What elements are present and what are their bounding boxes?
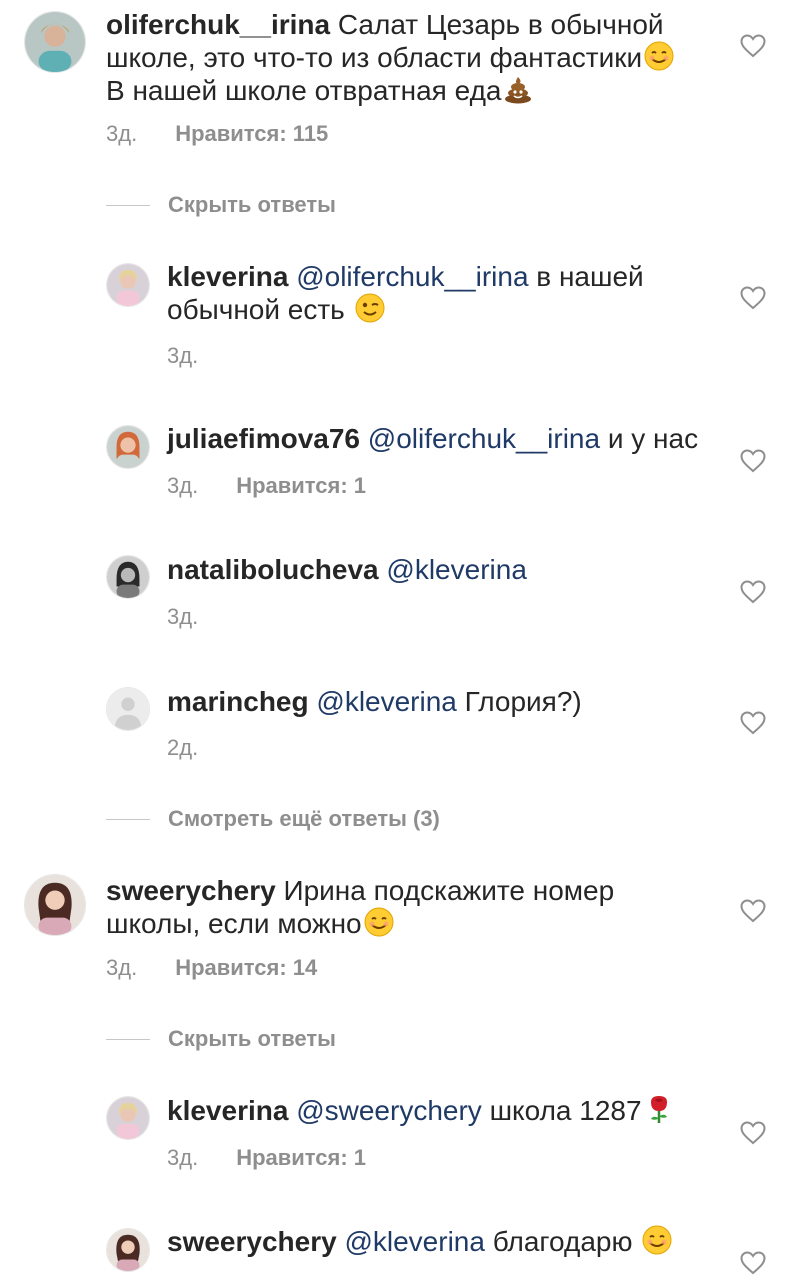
view-more-replies-button[interactable]: Смотреть ещё ответы (3) <box>106 806 440 832</box>
reply-meta: 3д. Нравится: 1 <box>167 1145 366 1171</box>
likes-count[interactable]: Нравится: 115 <box>175 121 328 146</box>
reply-body: в нашей <box>536 261 644 292</box>
reply-body: и у нас <box>607 423 699 454</box>
reply-time: 2д. <box>167 735 199 760</box>
reply-time: 3д. <box>167 1145 199 1170</box>
heart-outline-icon[interactable] <box>740 286 766 310</box>
comment-meta: 3д. Нравится: 115 <box>106 121 328 147</box>
comment-body-line: В нашей школе отвратная еда <box>106 75 502 106</box>
heart-outline-icon[interactable] <box>740 580 766 604</box>
divider-line <box>106 204 150 206</box>
reply-body: Глория?) <box>464 686 582 717</box>
comment-time: 3д. <box>106 121 138 146</box>
mention-link[interactable]: @kleverina <box>344 1226 484 1257</box>
hide-replies-button[interactable]: Скрыть ответы <box>106 192 336 218</box>
hide-replies-label: Скрыть ответы <box>168 192 336 217</box>
avatar[interactable] <box>24 11 86 73</box>
comment-body-line: Салат Цезарь в обычной <box>337 9 664 40</box>
reply-username[interactable]: kleverina <box>167 1095 288 1126</box>
hide-replies-label: Скрыть ответы <box>168 1026 336 1051</box>
reply-meta: 3д. Нравится: 1 <box>167 473 366 499</box>
comment-body-line: Ирина подскажите номер <box>283 875 615 906</box>
divider-line <box>106 1038 150 1040</box>
heart-outline-icon[interactable] <box>740 711 766 735</box>
comment-body-line: школы, если можно <box>106 908 362 939</box>
reply-text: juliaefimova76 @oliferchuk__irina и у на… <box>167 422 757 455</box>
mention-link[interactable]: @sweerychery <box>296 1095 482 1126</box>
comment-meta: 3д. Нравится: 14 <box>106 955 317 981</box>
reply-meta: 3д. <box>167 604 198 630</box>
reply-text: kleverina @sweerychery школа 1287 <box>167 1094 757 1127</box>
comment-text: sweerychery Ирина подскажите номер школы… <box>106 874 696 940</box>
reply-text: natalibolucheva @kleverina <box>167 553 757 586</box>
likes-count[interactable]: Нравится: 14 <box>175 955 317 980</box>
likes-count[interactable]: Нравится: 1 <box>236 1145 366 1170</box>
smiling-face-emoji <box>364 907 394 937</box>
reply-body: обычной есть <box>167 294 345 325</box>
smiling-face-emoji <box>644 41 674 71</box>
mention-link[interactable]: @kleverina <box>316 686 456 717</box>
reply-username[interactable]: natalibolucheva <box>167 554 379 585</box>
comment-text: oliferchuk__irina Салат Цезарь в обычной… <box>106 8 696 107</box>
avatar[interactable] <box>106 1228 150 1272</box>
smiling-face-emoji <box>642 1225 672 1255</box>
hide-replies-button[interactable]: Скрыть ответы <box>106 1026 336 1052</box>
comment-body-line: школе, это что-то из области фантастики <box>106 42 643 73</box>
comment-username[interactable]: oliferchuk__irina <box>106 9 330 40</box>
reply-username[interactable]: juliaefimova76 <box>167 423 360 454</box>
reply-username[interactable]: kleverina <box>167 261 288 292</box>
heart-outline-icon[interactable] <box>740 1251 766 1275</box>
comment-username[interactable]: sweerychery <box>106 875 276 906</box>
reply-meta: 2д. <box>167 735 198 761</box>
reply-text: kleverina @oliferchuk__irina в нашей обы… <box>167 260 757 326</box>
avatar[interactable] <box>106 1096 150 1140</box>
reply-text: marincheg @kleverina Глория?) <box>167 685 757 718</box>
reply-meta: 3д. <box>167 343 198 369</box>
heart-outline-icon[interactable] <box>740 34 766 58</box>
default-user-avatar[interactable] <box>106 687 150 731</box>
reply-username[interactable]: sweerychery <box>167 1226 337 1257</box>
reply-time: 3д. <box>167 604 199 629</box>
avatar[interactable] <box>106 263 150 307</box>
comment-time: 3д. <box>106 955 138 980</box>
avatar[interactable] <box>106 425 150 469</box>
view-more-replies-label: Смотреть ещё ответы (3) <box>168 806 440 831</box>
reply-time: 3д. <box>167 343 199 368</box>
reply-username[interactable]: marincheg <box>167 686 309 717</box>
reply-time: 3д. <box>167 473 199 498</box>
heart-outline-icon[interactable] <box>740 449 766 473</box>
mention-link[interactable]: @oliferchuk__irina <box>296 261 528 292</box>
pile-of-poo-emoji <box>503 74 533 104</box>
reply-body: школа 1287 <box>489 1095 642 1126</box>
reply-text: sweerychery @kleverina благодарю <box>167 1225 757 1258</box>
rose-emoji <box>644 1094 674 1124</box>
likes-count[interactable]: Нравится: 1 <box>236 473 366 498</box>
heart-outline-icon[interactable] <box>740 1121 766 1145</box>
reply-body: благодарю <box>492 1226 633 1257</box>
avatar[interactable] <box>24 874 86 936</box>
avatar[interactable] <box>106 555 150 599</box>
winking-face-emoji <box>355 293 385 323</box>
heart-outline-icon[interactable] <box>740 899 766 923</box>
mention-link[interactable]: @oliferchuk__irina <box>368 423 600 454</box>
divider-line <box>106 818 150 820</box>
mention-link[interactable]: @kleverina <box>386 554 526 585</box>
